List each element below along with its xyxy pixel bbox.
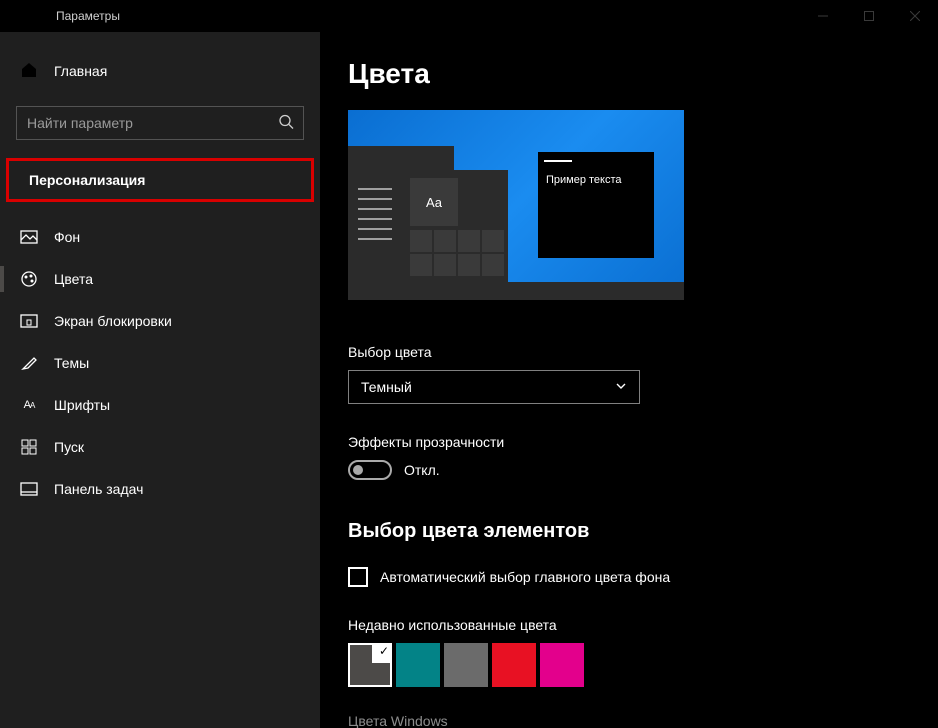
home-link[interactable]: Главная bbox=[0, 50, 320, 92]
color-swatch[interactable] bbox=[348, 643, 392, 687]
auto-color-checkbox[interactable] bbox=[348, 567, 368, 587]
auto-color-label: Автоматический выбор главного цвета фона bbox=[380, 569, 670, 585]
preview-sample-text: Пример текста bbox=[546, 174, 622, 186]
nav-label: Пуск bbox=[54, 439, 84, 455]
color-swatch[interactable] bbox=[444, 643, 488, 687]
search-input[interactable] bbox=[16, 106, 304, 140]
close-button[interactable] bbox=[892, 0, 938, 32]
search-field[interactable] bbox=[16, 106, 304, 140]
sidebar-item-taskbar[interactable]: Панель задач bbox=[0, 468, 320, 510]
color-swatch[interactable] bbox=[396, 643, 440, 687]
accent-heading: Выбор цвета элементов bbox=[348, 520, 938, 543]
sidebar-item-background[interactable]: Фон bbox=[0, 216, 320, 258]
preview-aa-tile: Aa bbox=[410, 178, 458, 226]
color-mode-label: Выбор цвета bbox=[348, 344, 938, 360]
window-buttons bbox=[800, 0, 938, 32]
main-content: Цвета Aa Пример текста Выбор цвета Темны… bbox=[320, 32, 938, 728]
nav-label: Экран блокировки bbox=[54, 313, 172, 329]
nav-label: Панель задач bbox=[54, 481, 143, 497]
nav-label: Фон bbox=[54, 229, 80, 245]
sidebar-item-themes[interactable]: Темы bbox=[0, 342, 320, 384]
chevron-down-icon bbox=[615, 379, 627, 395]
recent-colors-label: Недавно использованные цвета bbox=[348, 617, 938, 633]
brush-icon bbox=[20, 354, 38, 372]
lockscreen-icon bbox=[20, 312, 38, 330]
theme-preview: Aa Пример текста bbox=[348, 110, 684, 300]
color-mode-select[interactable]: Темный bbox=[348, 370, 640, 404]
nav-label: Цвета bbox=[54, 271, 93, 287]
color-swatch[interactable] bbox=[492, 643, 536, 687]
start-icon bbox=[20, 438, 38, 456]
transparency-label: Эффекты прозрачности bbox=[348, 434, 938, 450]
recent-colors bbox=[348, 643, 938, 687]
sidebar-item-colors[interactable]: Цвета bbox=[0, 258, 320, 300]
picture-icon bbox=[20, 228, 38, 246]
section-label: Персонализация bbox=[29, 172, 145, 188]
taskbar-icon bbox=[20, 480, 38, 498]
page-title: Цвета bbox=[348, 58, 938, 90]
window-title: Параметры bbox=[56, 9, 120, 23]
home-icon bbox=[20, 61, 38, 82]
minimize-button[interactable] bbox=[800, 0, 846, 32]
maximize-button[interactable] bbox=[846, 0, 892, 32]
nav-label: Темы bbox=[54, 355, 89, 371]
sidebar-item-fonts[interactable]: AA Шрифты bbox=[0, 384, 320, 426]
color-mode-value: Темный bbox=[361, 379, 412, 395]
transparency-toggle[interactable] bbox=[348, 460, 392, 480]
sidebar: Главная Персонализация Фон Цвета Экран б… bbox=[0, 32, 320, 728]
transparency-state: Откл. bbox=[404, 462, 440, 478]
color-swatch[interactable] bbox=[540, 643, 584, 687]
titlebar: Параметры bbox=[0, 0, 938, 32]
nav-label: Шрифты bbox=[54, 397, 110, 413]
preview-window: Пример текста bbox=[538, 152, 654, 258]
palette-icon bbox=[20, 270, 38, 288]
windows-colors-label: Цвета Windows bbox=[348, 713, 938, 728]
font-icon: AA bbox=[20, 396, 38, 414]
sidebar-item-start[interactable]: Пуск bbox=[0, 426, 320, 468]
section-personalization[interactable]: Персонализация bbox=[6, 158, 314, 202]
home-label: Главная bbox=[54, 63, 107, 79]
preview-start-menu: Aa bbox=[348, 170, 508, 282]
sidebar-item-lockscreen[interactable]: Экран блокировки bbox=[0, 300, 320, 342]
